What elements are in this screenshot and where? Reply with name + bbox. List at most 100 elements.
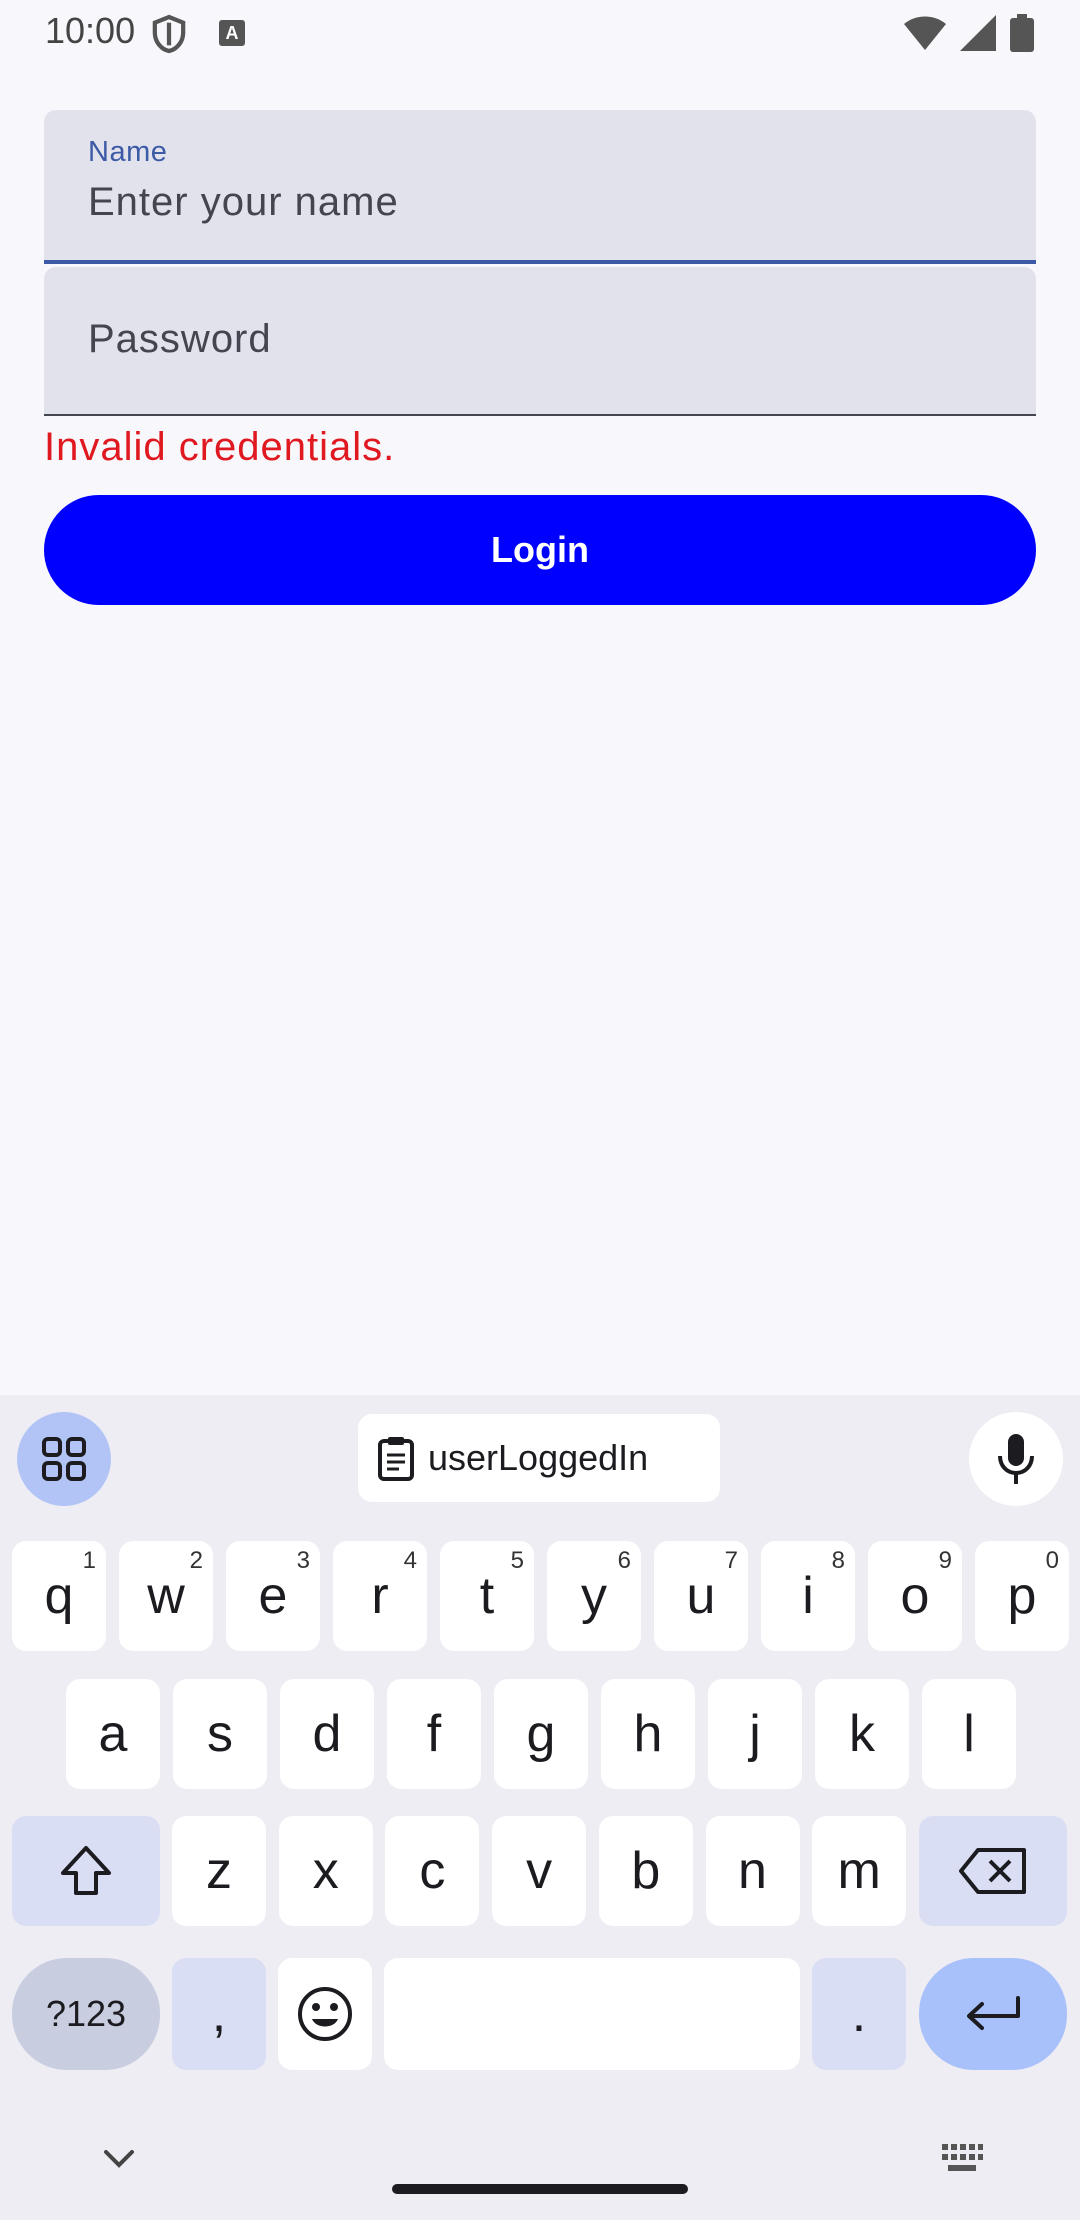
hide-keyboard-icon[interactable] bbox=[100, 2140, 138, 2178]
keyboard-switch-icon[interactable] bbox=[940, 2142, 984, 2174]
key-label: m bbox=[837, 1842, 881, 1900]
key-label: c bbox=[419, 1842, 446, 1900]
key-label: l bbox=[963, 1705, 975, 1763]
shield-icon bbox=[152, 14, 186, 54]
soft-keyboard: userLoggedIn ?123 , . q 1 w 2 e 3 r 4 t … bbox=[0, 1395, 1080, 2220]
navigation-bar bbox=[0, 2110, 1080, 2220]
enter-icon bbox=[967, 1996, 1020, 2030]
key-r[interactable]: r4 bbox=[333, 1541, 427, 1651]
key-hint: 9 bbox=[938, 1547, 952, 1574]
key-y[interactable]: y6 bbox=[547, 1541, 641, 1651]
key-q[interactable]: q1 bbox=[12, 1541, 106, 1651]
battery-icon bbox=[1010, 14, 1034, 52]
wifi-icon bbox=[904, 16, 946, 50]
login-button[interactable]: Login bbox=[44, 495, 1036, 605]
error-message: Invalid credentials. bbox=[44, 425, 396, 469]
key-label: w bbox=[147, 1567, 185, 1625]
key-hint: 3 bbox=[296, 1547, 310, 1574]
key-b[interactable]: b bbox=[598, 1816, 693, 1926]
key-hint: 0 bbox=[1045, 1547, 1059, 1574]
key-i[interactable]: i8 bbox=[761, 1541, 855, 1651]
clipboard-icon bbox=[378, 1437, 414, 1481]
key-g[interactable]: g bbox=[494, 1679, 588, 1789]
key-s[interactable]: s bbox=[173, 1679, 267, 1789]
key-o[interactable]: o9 bbox=[868, 1541, 962, 1651]
key-z[interactable]: z bbox=[172, 1816, 266, 1926]
key-v[interactable]: v bbox=[492, 1816, 587, 1926]
name-input[interactable]: Enter your name bbox=[88, 180, 399, 225]
key-c[interactable]: c bbox=[385, 1816, 480, 1926]
microphone-icon bbox=[998, 1434, 1034, 1484]
key-label: t bbox=[479, 1567, 495, 1625]
key-a[interactable]: a bbox=[66, 1679, 160, 1789]
shift-key[interactable] bbox=[12, 1816, 160, 1926]
key-p[interactable]: p0 bbox=[975, 1541, 1069, 1651]
key-l[interactable]: l bbox=[922, 1679, 1016, 1789]
key-label: j bbox=[749, 1705, 761, 1763]
status-time: 10:00 bbox=[45, 10, 136, 51]
key-label: y bbox=[581, 1567, 607, 1625]
signal-icon bbox=[960, 15, 996, 51]
key-m[interactable]: m bbox=[812, 1816, 907, 1926]
emoji-key[interactable] bbox=[278, 1958, 372, 2070]
key-hint: 8 bbox=[831, 1547, 845, 1574]
key-e[interactable]: e3 bbox=[226, 1541, 320, 1651]
key-label: i bbox=[802, 1567, 814, 1625]
key-u[interactable]: u7 bbox=[654, 1541, 748, 1651]
key-label: z bbox=[206, 1842, 232, 1900]
key-hint: 2 bbox=[189, 1547, 203, 1574]
keyboard-menu-button[interactable] bbox=[17, 1412, 111, 1506]
key-label: a bbox=[98, 1705, 128, 1763]
key-label: d bbox=[312, 1705, 342, 1763]
key-label: b bbox=[631, 1842, 661, 1900]
key-label: f bbox=[426, 1705, 442, 1763]
key-hint: 5 bbox=[510, 1547, 524, 1574]
shift-icon bbox=[61, 1846, 111, 1895]
emoji-icon bbox=[298, 1987, 352, 2041]
keyboard-notification-icon: A bbox=[219, 20, 245, 46]
period-key[interactable]: . bbox=[812, 1958, 906, 2070]
key-t[interactable]: t5 bbox=[440, 1541, 534, 1651]
key-label: e bbox=[258, 1567, 288, 1625]
key-h[interactable]: h bbox=[601, 1679, 695, 1789]
key-label: o bbox=[900, 1567, 930, 1625]
keyboard-toolbar: userLoggedIn bbox=[0, 1395, 1080, 1515]
key-hint: 6 bbox=[617, 1547, 631, 1574]
key-label: q bbox=[44, 1567, 74, 1625]
key-hint: 4 bbox=[403, 1547, 417, 1574]
key-label: s bbox=[207, 1705, 233, 1763]
key-k[interactable]: k bbox=[815, 1679, 909, 1789]
status-bar: 10:00 A bbox=[0, 0, 1080, 64]
clipboard-suggestion-text: userLoggedIn bbox=[428, 1437, 649, 1478]
voice-input-button[interactable] bbox=[969, 1412, 1063, 1506]
key-f[interactable]: f bbox=[387, 1679, 481, 1789]
key-hint: 1 bbox=[82, 1547, 96, 1574]
password-input[interactable]: Password bbox=[88, 317, 272, 362]
name-field[interactable]: Name Enter your name bbox=[44, 110, 1036, 264]
key-label: x bbox=[312, 1842, 339, 1900]
grid-icon bbox=[42, 1437, 86, 1481]
clipboard-suggestion[interactable]: userLoggedIn bbox=[358, 1414, 720, 1502]
key-label: n bbox=[738, 1842, 767, 1900]
key-w[interactable]: w2 bbox=[119, 1541, 213, 1651]
key-n[interactable]: n bbox=[705, 1816, 800, 1926]
symbols-key[interactable]: ?123 bbox=[12, 1958, 160, 2070]
backspace-key[interactable] bbox=[919, 1816, 1067, 1926]
key-d[interactable]: d bbox=[280, 1679, 374, 1789]
space-key[interactable] bbox=[384, 1958, 800, 2070]
key-hint: 7 bbox=[724, 1547, 738, 1574]
key-label: v bbox=[526, 1842, 553, 1900]
key-label: h bbox=[633, 1705, 663, 1763]
key-label: u bbox=[686, 1567, 716, 1625]
key-label: r bbox=[371, 1567, 389, 1625]
key-label: g bbox=[526, 1705, 556, 1763]
key-label: p bbox=[1007, 1567, 1037, 1625]
password-field[interactable]: Password bbox=[44, 267, 1036, 416]
enter-key[interactable] bbox=[919, 1958, 1067, 2070]
comma-key[interactable]: , bbox=[172, 1958, 266, 2070]
backspace-icon bbox=[959, 1848, 1026, 1894]
home-handle[interactable] bbox=[392, 2184, 688, 2194]
key-j[interactable]: j bbox=[708, 1679, 802, 1789]
key-x[interactable]: x bbox=[278, 1816, 373, 1926]
status-icons bbox=[904, 14, 1034, 52]
